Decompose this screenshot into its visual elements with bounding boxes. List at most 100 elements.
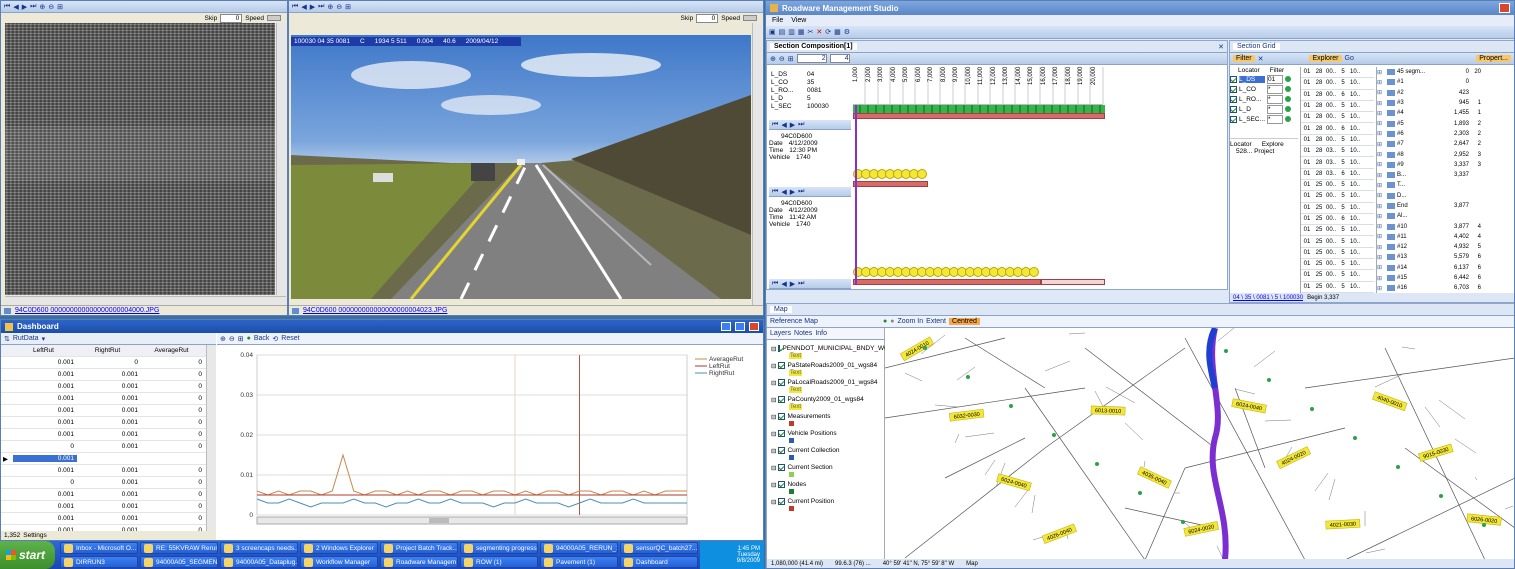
explorer-item[interactable]: ⊞ #13 5,579 6 xyxy=(1377,252,1514,262)
taskbar-button[interactable]: 2 Windows Explorer xyxy=(300,542,378,554)
fit-icon[interactable]: ⊞ xyxy=(345,3,351,11)
grid-icon[interactable]: ▦ xyxy=(834,28,841,36)
layer-item[interactable]: ⊟ PaLocalRoads2009_01_wgs84 xyxy=(771,378,884,387)
explorer-item[interactable]: ⊞ #1 0 xyxy=(1377,77,1514,87)
next-icon[interactable]: ▶ xyxy=(790,280,795,288)
table-row[interactable]: 0.001 0.001 0 xyxy=(1,405,215,417)
explorer-item[interactable]: ⊞ #5 1,893 2 xyxy=(1377,118,1514,128)
layer-checkbox[interactable] xyxy=(778,362,786,369)
grid-row[interactable]: 01 28 00.. 5 10.. xyxy=(1301,78,1374,90)
explorer-item[interactable]: ⊞ #9 3,337 3 xyxy=(1377,160,1514,170)
grid-row[interactable]: 01 28 00.. 6 10.. xyxy=(1301,90,1374,101)
grid-row[interactable]: 01 25 00.. 5 10.. xyxy=(1301,191,1374,203)
maximize-button[interactable] xyxy=(735,322,745,331)
layer-item[interactable]: ⊟ PaStateRoads2009_01_wgs84 xyxy=(771,361,884,370)
go-button[interactable]: Go xyxy=(1345,55,1354,62)
stop-icon[interactable]: ● xyxy=(890,318,894,325)
filter-value[interactable]: * xyxy=(1267,84,1283,94)
back-icon[interactable]: ● xyxy=(247,335,251,342)
start-button[interactable]: start xyxy=(0,541,55,569)
grid-row[interactable]: 01 28 00.. 5 10.. xyxy=(1301,101,1374,113)
taskbar-button[interactable]: Dashboard xyxy=(620,556,698,568)
filter-value[interactable]: 01 xyxy=(1267,74,1283,84)
refresh-icon[interactable]: ⟳ xyxy=(825,28,831,36)
print-icon[interactable]: ▦ xyxy=(798,28,805,36)
new-icon[interactable]: ▣ xyxy=(769,28,776,36)
layer-item[interactable]: ⊟ Current Position xyxy=(771,497,884,506)
table-row[interactable]: 0.001 0.001 0 xyxy=(1,381,215,393)
last-icon[interactable]: ⏭ xyxy=(798,188,804,196)
first-frame-icon[interactable]: ⏮ xyxy=(292,3,298,11)
tab-section-grid[interactable]: Section Grid xyxy=(1233,43,1280,50)
taskbar-button[interactable]: Workflow Manager xyxy=(300,556,378,568)
left-vertical-scrollbar[interactable] xyxy=(276,23,286,295)
grid-row[interactable]: 01 28 00.. 5 10.. xyxy=(1301,67,1374,79)
fit-icon[interactable]: ⊞ xyxy=(238,335,244,343)
settings-icon[interactable]: ⚙ xyxy=(844,28,850,36)
right-vertical-scrollbar[interactable] xyxy=(752,23,762,305)
prev-icon[interactable]: ◀ xyxy=(781,188,786,196)
locator-item[interactable]: 528... Project xyxy=(1230,148,1298,155)
grid-row[interactable]: 01 25 00.. 6 10.. xyxy=(1301,214,1374,226)
explorer-item[interactable]: ⊞ #8 2,952 3 xyxy=(1377,149,1514,159)
taskbar-button[interactable]: Roadware Managem... xyxy=(380,556,458,568)
zoom-out-icon[interactable]: ⊖ xyxy=(48,3,54,11)
filter-value[interactable]: * xyxy=(1267,104,1283,114)
explorer-item[interactable]: ⊞ #16 6,703 6 xyxy=(1377,283,1514,293)
grid-status-path[interactable]: 04 \ 35 \ 0081 \ 5 \ 100030 xyxy=(1233,295,1303,301)
play-icon[interactable]: ▶ xyxy=(310,3,315,11)
right-speed-slider[interactable] xyxy=(743,15,757,21)
table-row[interactable]: 0.001 0.001 0 xyxy=(1,513,215,525)
filter-button[interactable]: Filter xyxy=(1233,55,1255,62)
grid-row[interactable]: 01 28 03.. 6 10.. xyxy=(1301,169,1374,180)
filter-checkbox[interactable] xyxy=(1230,95,1237,103)
grid-row[interactable]: 01 25 00.. 5 10.. xyxy=(1301,270,1374,282)
layer-checkbox[interactable] xyxy=(778,413,786,420)
delete-icon[interactable]: ✕ xyxy=(816,28,822,36)
table-row[interactable]: 0.001 0.001 0 xyxy=(1,369,215,381)
grid-row[interactable]: 01 25 00.. 5 10.. xyxy=(1301,236,1374,248)
table-row[interactable]: 0.001 0.001 0 xyxy=(1,489,215,501)
layer-item[interactable]: ⊟ PaCounty2009_01_wgs84 xyxy=(771,395,884,404)
prev-icon[interactable]: ◀ xyxy=(781,121,786,129)
extent-button[interactable]: Extent xyxy=(926,318,946,325)
grid-row[interactable]: 01 28 00.. 6 10.. xyxy=(1301,123,1374,135)
menu-view[interactable]: View xyxy=(791,17,806,24)
layer-checkbox[interactable] xyxy=(778,379,786,386)
minimize-button[interactable] xyxy=(721,322,731,331)
reset-icon[interactable]: ⟲ xyxy=(272,335,278,343)
layer-checkbox[interactable] xyxy=(778,481,786,488)
layer-checkbox[interactable] xyxy=(778,430,786,437)
first-icon[interactable]: ⏮ xyxy=(772,280,778,288)
menu-file[interactable]: File xyxy=(772,17,783,24)
grid-row[interactable]: 01 25 00.. 5 10.. xyxy=(1301,282,1374,293)
reference-map-canvas[interactable]: 4024-00106032-00306024-00404026-00406013… xyxy=(885,328,1515,560)
table-row[interactable]: 0.001 0 0 xyxy=(1,357,215,369)
sort-icon[interactable]: ⇅ xyxy=(4,335,10,343)
explorer-item[interactable]: ⊞ 45 segm... 0 20 xyxy=(1377,67,1514,77)
zoom-in-button[interactable]: Zoom In xyxy=(897,318,923,325)
first-frame-icon[interactable]: ⏮ xyxy=(4,3,10,11)
zoom-value-1[interactable]: 2 xyxy=(796,54,827,63)
table-row[interactable]: 0 0.001 0 xyxy=(1,441,215,453)
table-row[interactable]: ▶ 0.001 xyxy=(1,453,215,465)
zoom-in-icon[interactable]: ⊕ xyxy=(770,55,776,63)
layer-item[interactable]: ⊟ Current Collection xyxy=(771,446,884,455)
taskbar-button[interactable]: ROW (1) xyxy=(460,556,538,568)
explorer-item[interactable]: ⊞ #12 4,932 5 xyxy=(1377,242,1514,252)
dataset-selector[interactable]: RutData xyxy=(13,335,39,342)
grid-row[interactable]: 01 28 00.. 5 10.. xyxy=(1301,112,1374,124)
zoom-out-icon[interactable]: ⊖ xyxy=(229,335,235,343)
prev-frame-icon[interactable]: ◀ xyxy=(301,3,306,11)
tab-section-composition[interactable]: Section Composition[1] xyxy=(770,43,857,50)
grid-row[interactable]: 01 28 03.. 5 10.. xyxy=(1301,157,1374,169)
prev-frame-icon[interactable]: ◀ xyxy=(13,3,18,11)
layer-checkbox[interactable] xyxy=(778,345,781,352)
prev-icon[interactable]: ◀ xyxy=(781,280,786,288)
filter-value[interactable]: * xyxy=(1267,94,1283,104)
zoom-in-icon[interactable]: ⊕ xyxy=(220,335,226,343)
zoom-out-icon[interactable]: ⊖ xyxy=(779,55,785,63)
reset-button[interactable]: Reset xyxy=(281,335,299,342)
chevron-down-icon[interactable]: ▾ xyxy=(42,335,46,343)
explorer-item[interactable]: ⊞ #3 945 1 xyxy=(1377,98,1514,108)
